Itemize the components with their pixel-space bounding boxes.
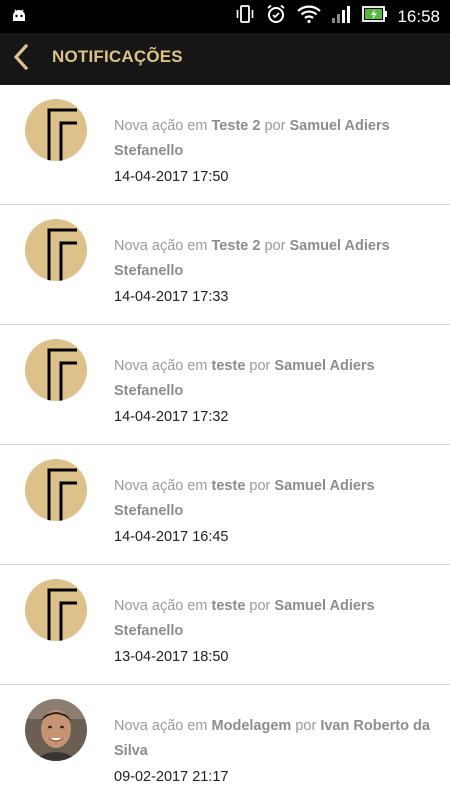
message-prefix: Nova ação em bbox=[114, 118, 208, 134]
notification-message: Nova ação em teste por Samuel Adiers Ste… bbox=[114, 594, 434, 644]
notification-item[interactable]: Nova ação em teste por Samuel Adiers Ste… bbox=[0, 565, 450, 685]
logo-avatar bbox=[25, 339, 87, 401]
notification-list: Nova ação em Teste 2 por Samuel Adiers S… bbox=[0, 85, 450, 800]
back-button[interactable] bbox=[6, 42, 36, 76]
vibrate-icon bbox=[234, 4, 256, 29]
message-by: por bbox=[249, 478, 271, 494]
notification-text: Nova ação em Teste 2 por Samuel Adiers S… bbox=[114, 114, 434, 187]
project-name: Modelagem bbox=[211, 718, 292, 734]
notification-message: Nova ação em Teste 2 por Samuel Adiers S… bbox=[114, 234, 434, 284]
notification-date: 14-04-2017 17:50 bbox=[114, 169, 229, 185]
notification-text: Nova ação em teste por Samuel Adiers Ste… bbox=[114, 594, 434, 667]
project-name: teste bbox=[211, 478, 246, 494]
notification-date: 13-04-2017 18:50 bbox=[114, 649, 229, 665]
message-prefix: Nova ação em bbox=[114, 478, 208, 494]
project-name: teste bbox=[211, 598, 246, 614]
notification-date: 14-04-2017 17:32 bbox=[114, 409, 229, 425]
android-icon bbox=[10, 6, 28, 29]
notification-message: Nova ação em teste por Samuel Adiers Ste… bbox=[114, 474, 434, 524]
logo-avatar bbox=[25, 579, 87, 641]
message-by: por bbox=[249, 358, 271, 374]
avatar bbox=[25, 699, 87, 761]
status-time: 16:58 bbox=[397, 6, 440, 26]
project-name: Teste 2 bbox=[211, 118, 261, 134]
message-prefix: Nova ação em bbox=[114, 598, 208, 614]
signal-icon bbox=[331, 4, 353, 29]
app-bar: NOTIFICAÇÕES bbox=[0, 33, 450, 85]
logo-avatar bbox=[25, 99, 87, 161]
chevron-left-icon bbox=[12, 43, 30, 76]
message-prefix: Nova ação em bbox=[114, 358, 208, 374]
notification-item[interactable]: Nova ação em teste por Samuel Adiers Ste… bbox=[0, 325, 450, 445]
message-prefix: Nova ação em bbox=[114, 718, 208, 734]
message-by: por bbox=[264, 118, 286, 134]
notification-date: 09-02-2017 21:17 bbox=[114, 769, 229, 785]
notification-date: 14-04-2017 17:33 bbox=[114, 289, 229, 305]
message-prefix: Nova ação em bbox=[114, 238, 208, 254]
notification-date: 14-04-2017 16:45 bbox=[114, 529, 229, 545]
notification-text: Nova ação em teste por Samuel Adiers Ste… bbox=[114, 474, 434, 547]
notification-item[interactable]: Nova ação em Teste 2 por Samuel Adiers S… bbox=[0, 85, 450, 205]
message-by: por bbox=[295, 718, 317, 734]
notification-item[interactable]: Nova ação em teste por Samuel Adiers Ste… bbox=[0, 445, 450, 565]
wifi-icon bbox=[296, 4, 322, 29]
message-by: por bbox=[249, 598, 271, 614]
page-title: NOTIFICAÇÕES bbox=[52, 47, 183, 66]
notification-message: Nova ação em Teste 2 por Samuel Adiers S… bbox=[114, 114, 434, 164]
alarm-icon bbox=[265, 3, 287, 30]
notification-text: Nova ação em Modelagem por Ivan Roberto … bbox=[114, 714, 434, 787]
project-name: teste bbox=[211, 358, 246, 374]
notification-message: Nova ação em Modelagem por Ivan Roberto … bbox=[114, 714, 434, 764]
notification-item[interactable]: Nova ação em Modelagem por Ivan Roberto … bbox=[0, 685, 450, 800]
notification-text: Nova ação em Teste 2 por Samuel Adiers S… bbox=[114, 234, 434, 307]
message-by: por bbox=[264, 238, 286, 254]
logo-avatar bbox=[25, 459, 87, 521]
status-bar: 16:58 bbox=[0, 0, 450, 33]
battery-charging-icon bbox=[362, 5, 388, 28]
project-name: Teste 2 bbox=[211, 238, 261, 254]
notification-text: Nova ação em teste por Samuel Adiers Ste… bbox=[114, 354, 434, 427]
notification-message: Nova ação em teste por Samuel Adiers Ste… bbox=[114, 354, 434, 404]
notification-item[interactable]: Nova ação em Teste 2 por Samuel Adiers S… bbox=[0, 205, 450, 325]
logo-avatar bbox=[25, 219, 87, 281]
